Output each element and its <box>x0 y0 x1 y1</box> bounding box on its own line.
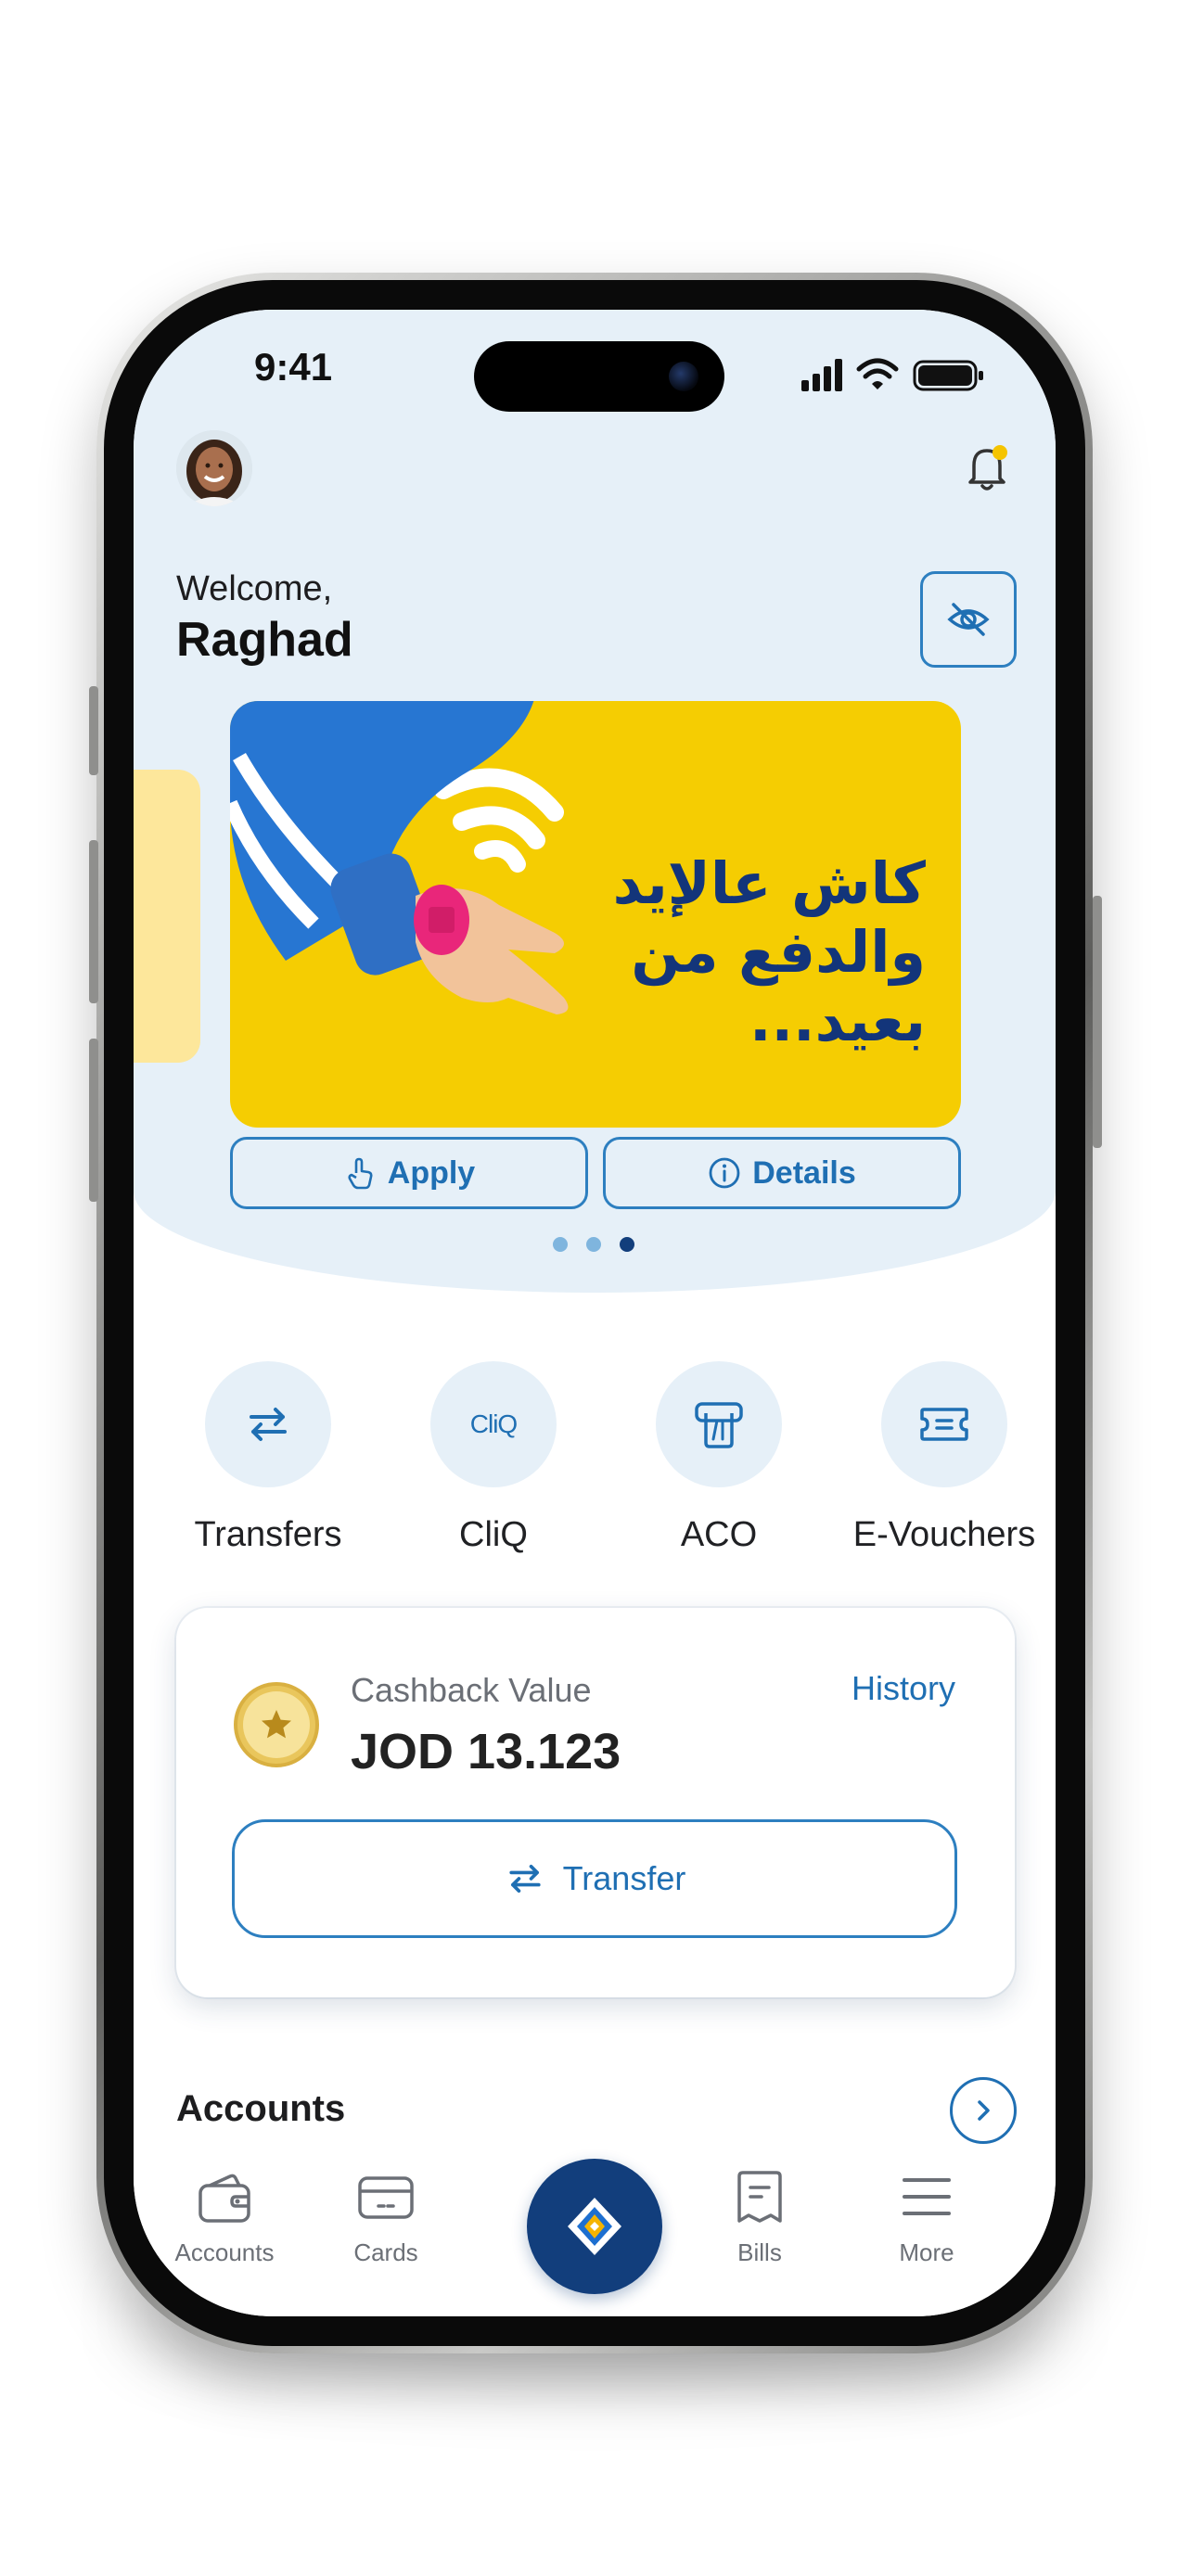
battery-icon <box>913 360 983 391</box>
promo-banner[interactable]: كاش عالإيد والدفع من بعيد... <box>230 701 961 1128</box>
welcome-text: Welcome, <box>176 569 333 608</box>
carousel-dot[interactable] <box>586 1237 601 1252</box>
banner-line-3: بعيد... <box>749 987 926 1054</box>
hide-balance-button[interactable] <box>920 571 1017 668</box>
transfer-arrows-icon <box>509 1865 541 1893</box>
carousel-dots <box>553 1237 634 1252</box>
quick-action-label: Transfers <box>194 1515 342 1554</box>
nav-cards[interactable]: Cards <box>312 2164 460 2267</box>
status-icons <box>801 356 987 393</box>
wifi-icon <box>856 358 899 389</box>
transfer-arrows-icon <box>205 1361 331 1487</box>
details-label: Details <box>752 1154 856 1191</box>
apply-label: Apply <box>387 1154 476 1191</box>
notification-bell-icon[interactable] <box>957 438 1017 497</box>
banner-promo-text: كاش عالإيد والدفع من بعيد... <box>536 849 926 1055</box>
cashback-card: Cashback Value JOD 13.123 History Transf… <box>176 1608 1015 1997</box>
cashback-coin-icon <box>234 1682 319 1767</box>
front-camera <box>669 362 698 391</box>
chevron-right-icon <box>978 2100 990 2121</box>
app-screen: 9:41 Welcome, Raghad كاش عالإيد والدفع م… <box>134 310 1056 2316</box>
quick-action-evouchers[interactable]: E-Vouchers <box>847 1361 1042 1555</box>
nav-label: More <box>899 2238 954 2266</box>
signal-icon <box>801 359 842 391</box>
receipt-icon <box>727 2164 792 2229</box>
nav-bills[interactable]: Bills <box>685 2164 834 2267</box>
home-center-button[interactable] <box>527 2159 662 2294</box>
phone-volume-up-button <box>89 840 98 1003</box>
bank-logo-icon <box>568 2198 621 2255</box>
wallet-icon <box>192 2164 257 2229</box>
carousel-dot-active[interactable] <box>620 1237 634 1252</box>
atm-icon <box>656 1361 782 1487</box>
card-icon <box>353 2164 418 2229</box>
user-name: Raghad <box>176 613 353 667</box>
quick-action-label: E-Vouchers <box>852 1515 1036 1554</box>
phone-volume-down-button <box>89 1039 98 1202</box>
nav-label: Cards <box>353 2238 418 2266</box>
info-icon <box>709 1157 740 1189</box>
tap-hand-icon <box>348 1157 373 1190</box>
menu-icon <box>894 2164 959 2229</box>
phone-action-button <box>89 686 98 775</box>
details-button[interactable]: Details <box>603 1137 961 1209</box>
phone-power-button <box>1093 896 1102 1148</box>
accounts-see-all-button[interactable] <box>950 2077 1017 2144</box>
quick-action-label: CliQ <box>459 1515 528 1554</box>
quick-action-label: ACO <box>680 1515 758 1554</box>
dynamic-island <box>474 341 724 412</box>
cliq-logo-icon: CliQ <box>430 1361 557 1487</box>
banner-line-2: والدفع من <box>631 918 926 986</box>
star-icon <box>262 1710 291 1739</box>
quick-action-transfers[interactable]: Transfers <box>171 1361 365 1555</box>
avatar[interactable] <box>176 430 252 506</box>
quick-action-cliq[interactable]: CliQ CliQ <box>396 1361 591 1555</box>
cashback-transfer-button[interactable]: Transfer <box>232 1819 957 1938</box>
nav-more[interactable]: More <box>852 2164 1001 2267</box>
carousel-dot[interactable] <box>553 1237 568 1252</box>
cashback-label: Cashback Value <box>351 1671 592 1709</box>
transfer-label: Transfer <box>562 1859 686 1897</box>
nav-label: Bills <box>737 2238 782 2266</box>
voucher-icon <box>881 1361 1007 1487</box>
quick-action-aco[interactable]: ACO <box>621 1361 816 1555</box>
status-time: 9:41 <box>254 345 333 389</box>
nav-accounts[interactable]: Accounts <box>150 2164 299 2267</box>
apply-button[interactable]: Apply <box>230 1137 588 1209</box>
eye-off-icon <box>947 603 990 636</box>
history-link[interactable]: History <box>852 1669 955 1708</box>
banner-line-1: كاش عالإيد <box>612 849 926 917</box>
cashback-value: JOD 13.123 <box>351 1724 621 1779</box>
nav-label: Accounts <box>174 2238 275 2266</box>
previous-banner-peek[interactable] <box>134 770 200 1063</box>
accounts-section-title: Accounts <box>176 2088 346 2129</box>
